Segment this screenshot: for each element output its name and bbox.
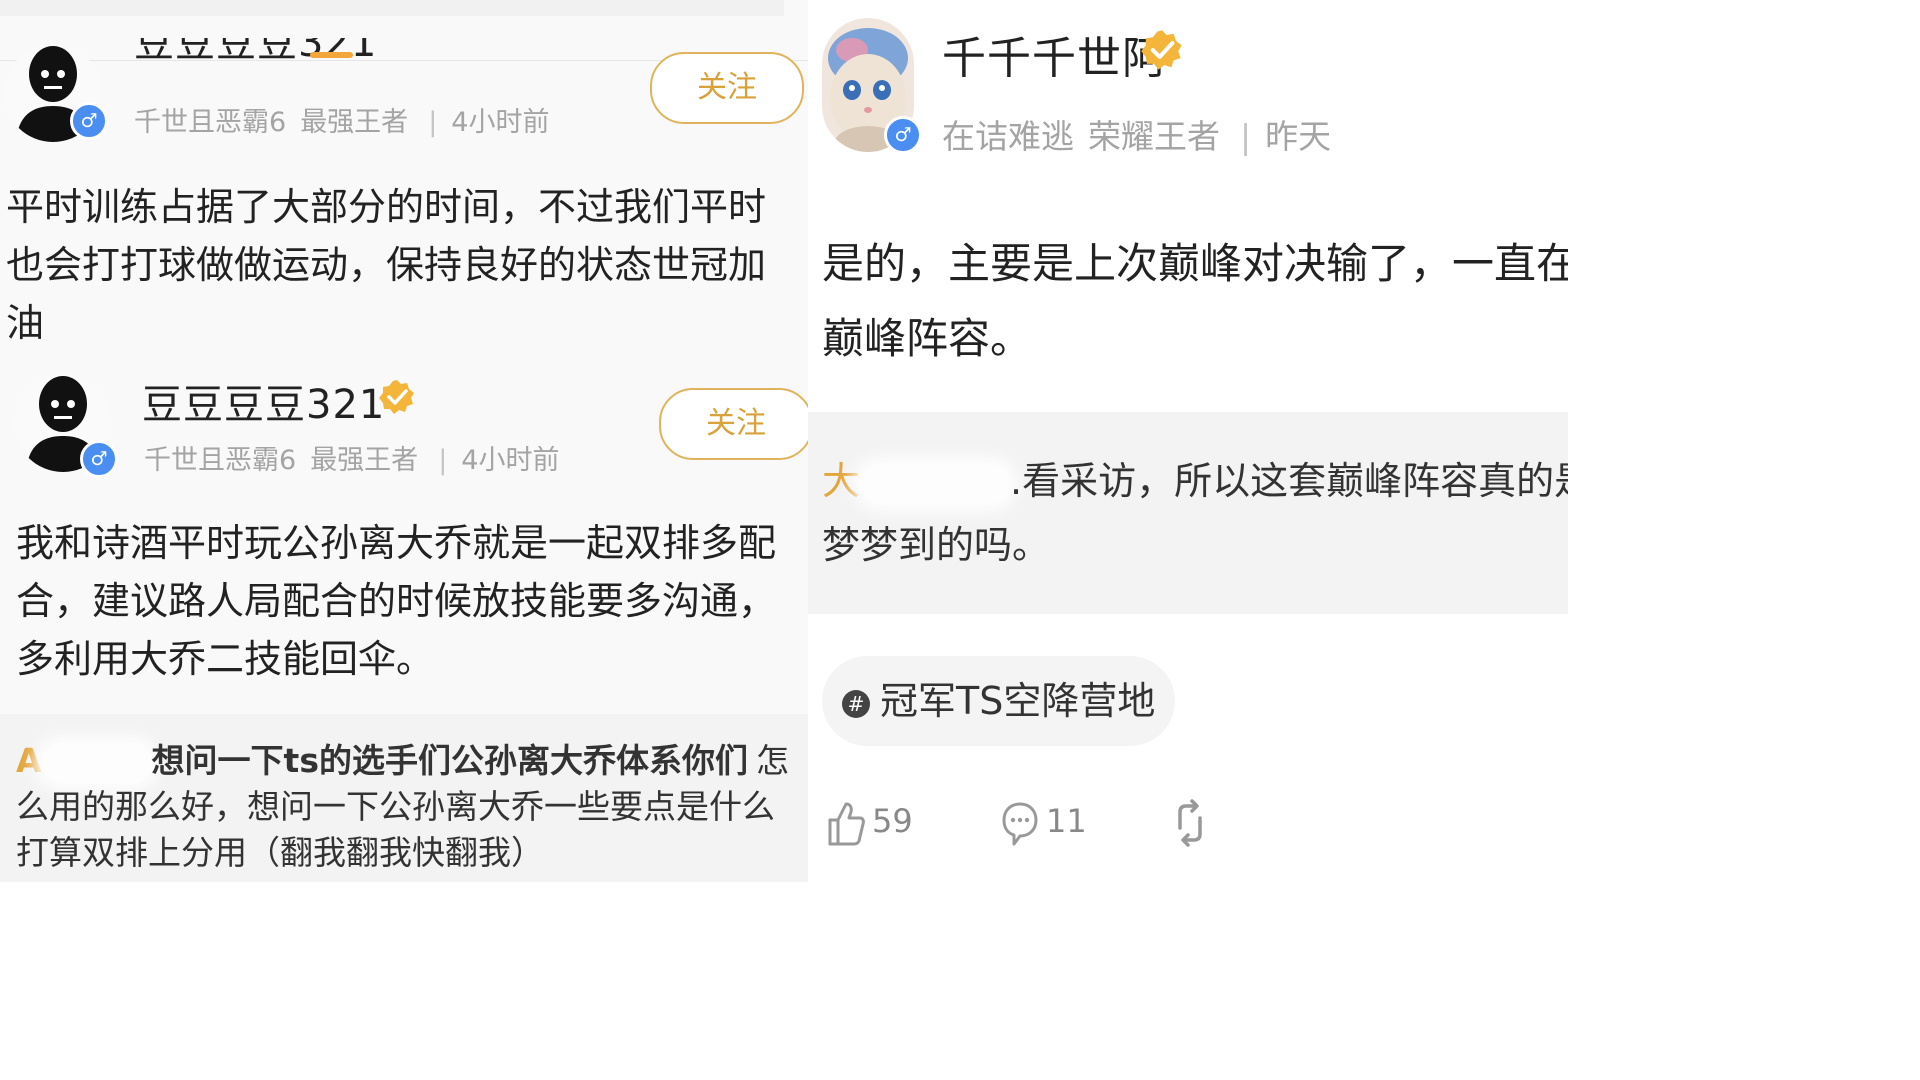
right-comment-panel: ♂ 千千千世阿 在诘难逃荣耀王者 | 昨天 是的，主要是上次巅峰对决输了，一直在研究…: [808, 0, 1568, 882]
post-time: 昨天: [1265, 117, 1332, 156]
male-gender-icon: ♂: [70, 102, 108, 140]
post-nickname: 在诘难逃: [942, 117, 1074, 156]
topic-label: 冠军TS空降营地: [880, 679, 1156, 723]
meta-separator: |: [438, 445, 448, 476]
quote-line-1: A 想问一下ts的选手们公孙离大乔体系你们怎: [16, 738, 789, 784]
repost-button[interactable]: [1170, 798, 1216, 848]
active-tab-indicator: [310, 52, 353, 58]
hashtag-icon: #: [842, 689, 870, 718]
post2-rank: 最强王者: [310, 445, 419, 476]
like-button[interactable]: 59: [826, 798, 913, 848]
repost-icon: [1178, 799, 1202, 847]
follow-button[interactable]: 关注: [659, 388, 808, 460]
post-username[interactable]: 千千千世阿: [942, 22, 1167, 86]
quote-line-3: 打算双排上分用（翻我翻我快翻我）: [16, 833, 544, 872]
quote-line-1: 大 .看采访，所以这套巅峰阵容真的是领导做: [822, 458, 1568, 504]
quote-author-initial: A: [16, 741, 42, 780]
post2-meta: 千世且恶霸6 最强王者 | 4小时前: [144, 438, 573, 477]
top-strip: [0, 0, 784, 16]
comment-button[interactable]: 11: [1000, 798, 1087, 848]
quote-author-initial: 大: [822, 459, 861, 503]
quote-line-1-text: .看采访，所以这套巅峰阵容真的是领导做: [1010, 459, 1568, 503]
post1-text: 平时训练占据了大部分的时间，不过我们平时也会打打球做做运动，保持良好的状态世冠加…: [6, 185, 767, 345]
meta-separator: |: [428, 107, 438, 138]
blurred-author: [41, 742, 152, 783]
post1-time: 4小时前: [451, 107, 550, 138]
topic-tag-chip[interactable]: # 冠军TS空降营地: [822, 656, 1176, 746]
male-gender-icon: ♂: [884, 116, 922, 154]
post1-rank: 最强王者: [300, 107, 409, 138]
post-meta: 在诘难逃 荣耀王者 | 昨天: [942, 110, 1345, 158]
male-gender-icon: ♂: [80, 440, 118, 478]
post1-nickname: 千世且恶霸6: [134, 107, 287, 138]
post1-meta: 千世且恶霸6 最强王者 | 4小时前: [134, 100, 563, 139]
post2-username[interactable]: 豆豆豆豆321: [142, 372, 385, 430]
follow-button[interactable]: 关注: [650, 52, 804, 124]
quote-line-2: 么用的那么好，想问一下公孙离大乔一些要点是什么: [16, 787, 775, 826]
meta-separator: |: [1240, 117, 1252, 156]
comment-icon: [1002, 802, 1038, 846]
comment-count: 11: [1046, 802, 1087, 840]
verified-badge-icon: [379, 380, 414, 414]
verified-badge-icon: [1141, 30, 1182, 70]
blurred-author: [860, 463, 1011, 504]
post-text-line-2: 巅峰阵容。: [822, 314, 1033, 363]
quote-line-1-text: 想问一下ts的选手们公孙离大乔体系你们: [151, 741, 748, 780]
post-text-line-1: 是的，主要是上次巅峰对决输了，一直在研究: [822, 239, 1568, 288]
quoted-comment-box[interactable]: A 想问一下ts的选手们公孙离大乔体系你们怎 么用的那么好，想问一下公孙离大乔一些…: [0, 714, 808, 882]
post-rank: 荣耀王者: [1088, 117, 1220, 156]
quote-line-1-tail: 怎: [755, 741, 789, 780]
post2-nickname: 千世且恶霸6: [144, 445, 297, 476]
quoted-comment-box[interactable]: 大 .看采访，所以这套巅峰阵容真的是领导做 梦梦到的吗。: [808, 412, 1568, 614]
left-comment-panel: ♂ 豆豆豆豆321 千世且恶霸6 最强王者 | 4小时前 关注 平时训练占据了大部分的…: [0, 0, 808, 882]
thumbs-up-icon: [828, 802, 865, 846]
like-count: 59: [872, 802, 913, 840]
quote-line-2: 梦梦到的吗。: [822, 523, 1051, 567]
post2-text: 我和诗酒平时玩公孙离大乔就是一起双排多配合，建议路人局配合的时候放技能要多沟通，…: [16, 521, 777, 681]
post2-time: 4小时前: [461, 445, 560, 476]
